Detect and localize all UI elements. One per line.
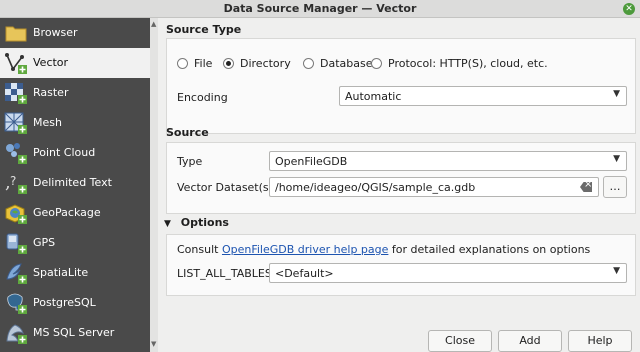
chevron-down-icon: ▼ [613,154,620,164]
sidebar-item-label: GPS [33,236,56,249]
radio-dot[interactable] [223,58,234,69]
encoding-select[interactable]: Automatic ▼ [339,86,627,106]
sidebar-item-raster[interactable]: Raster [0,78,150,108]
help-button[interactable]: Help [568,330,632,352]
options-heading[interactable]: ▼ Options [164,216,229,229]
sidebar-item-vector[interactable]: Vector [0,48,150,78]
add-button[interactable]: Add [498,330,562,352]
sidebar-item-geopackage[interactable]: GeoPackage [0,198,150,228]
clear-icon[interactable] [580,182,592,192]
scroll-down-icon[interactable]: ▼ [151,339,157,349]
source-group: Type OpenFileGDB ▼ Vector Dataset(s) /ho… [166,142,636,214]
source-type-group: File Directory Database Protocol: HTTP(S… [166,38,636,134]
mssql-add-icon [6,324,27,344]
radio-dot[interactable] [371,58,382,69]
sidebar-item-postgresql[interactable]: PostgreSQL [0,288,150,318]
close-button[interactable]: Close [428,330,492,352]
vector-dataset-input[interactable]: /home/ideageo/QGIS/sample_ca.gdb [269,177,599,197]
radio-label: Database [320,57,373,70]
vector-dataset-label: Vector Dataset(s) [177,181,273,194]
folder-icon [5,26,27,42]
type-label: Type [177,155,203,168]
sidebar-item-label: PostgreSQL [33,296,96,309]
chevron-down-icon: ▼ [613,89,620,99]
list-all-tables-label: LIST_ALL_TABLES [177,267,272,280]
gps-add-icon [6,233,27,254]
source-heading: Source [166,126,209,139]
vector-add-icon [5,53,27,74]
sidebar-item-label: GeoPackage [33,206,101,219]
window-titlebar: Data Source Manager — Vector ✕ [0,0,640,18]
sidebar-item-label: Vector [33,56,69,69]
sidebar-item-label: Raster [33,86,69,99]
svg-text:?: ? [10,174,16,188]
encoding-value: Automatic [345,90,402,103]
sidebar-item-label: SpatiaLite [33,266,89,279]
sidebar-item-browser[interactable]: Browser [0,18,150,48]
collapse-arrow-icon[interactable]: ▼ [164,219,171,229]
sidebar-item-ms-sql-server[interactable]: MS SQL Server [0,318,150,348]
scroll-up-icon[interactable]: ▲ [151,19,157,29]
spatialite-add-icon [6,263,27,284]
chevron-down-icon: ▼ [613,266,620,276]
sidebar: Browser Vector Raster Mesh Point Cloud ,… [0,18,150,352]
options-heading-label: Options [180,216,229,229]
type-select[interactable]: OpenFileGDB ▼ [269,151,627,171]
sidebar-item-point-cloud[interactable]: Point Cloud [0,138,150,168]
sidebar-item-label: Point Cloud [33,146,96,159]
point-cloud-add-icon [6,143,27,164]
consult-suffix: for detailed explanations on options [391,243,591,256]
sidebar-splitter[interactable]: ▲ ▼ [150,18,158,352]
radio-label: Protocol: HTTP(S), cloud, etc. [388,57,548,70]
mesh-add-icon [4,112,27,134]
radio-dot[interactable] [177,58,188,69]
sidebar-item-label: Mesh [33,116,62,129]
sidebar-item-label: Browser [33,26,78,39]
encoding-label: Encoding [177,91,228,104]
vector-dataset-value: /home/ideageo/QGIS/sample_ca.gdb [275,181,476,194]
consult-text: Consult OpenFileGDB driver help page for… [177,243,590,256]
sidebar-item-delimited-text[interactable]: , ? Delimited Text [0,168,150,198]
browse-button[interactable]: … [603,176,627,198]
sidebar-item-mesh[interactable]: Mesh [0,108,150,138]
delimited-text-add-icon: , ? [5,172,27,194]
radio-label: Directory [240,57,291,70]
geopackage-add-icon [5,204,27,224]
window-close-button[interactable]: ✕ [623,3,635,15]
radio-dot[interactable] [303,58,314,69]
window-title: Data Source Manager — Vector [223,2,417,15]
vector-panel: Source Type File Directory Database Prot… [158,18,640,352]
list-all-tables-select[interactable]: <Default> ▼ [269,263,627,283]
driver-help-link[interactable]: OpenFileGDB driver help page [222,243,388,256]
list-all-tables-value: <Default> [275,267,334,280]
type-value: OpenFileGDB [275,155,348,168]
sidebar-item-gps[interactable]: GPS [0,228,150,258]
sidebar-item-spatialite[interactable]: SpatiaLite [0,258,150,288]
sidebar-item-label: MS SQL Server [33,326,115,339]
raster-add-icon [5,83,27,104]
postgresql-add-icon [7,293,27,314]
options-group: Consult OpenFileGDB driver help page for… [166,234,636,296]
source-type-heading: Source Type [166,23,242,36]
sidebar-item-label: Delimited Text [33,176,112,189]
radio-label: File [194,57,213,70]
consult-prefix: Consult [177,243,219,256]
